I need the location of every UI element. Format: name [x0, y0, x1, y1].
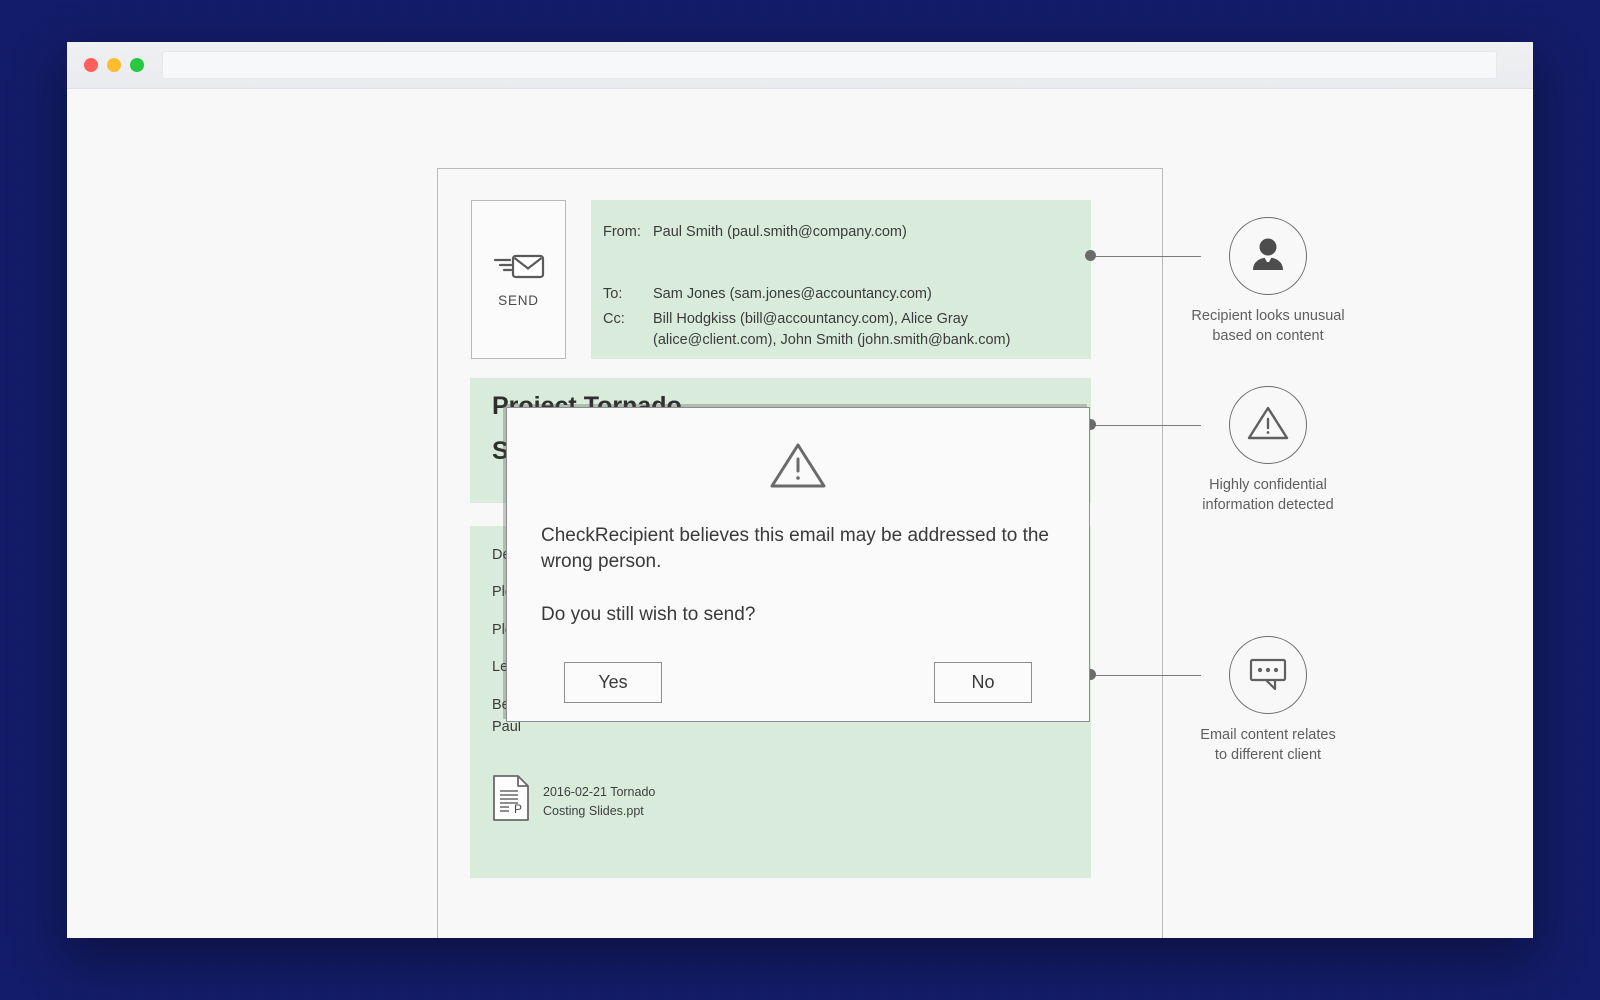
to-label: To: — [603, 286, 623, 303]
person-icon — [1246, 232, 1290, 281]
email-from-row: From: Paul Smith (paul.smith@company.com… — [603, 222, 1075, 243]
annotation-content: Email content relates to different clien… — [1163, 636, 1373, 765]
address-bar-input[interactable] — [162, 51, 1497, 79]
cc-label: Cc: — [603, 311, 625, 328]
annotation-confidential: Highly confidential information detected — [1163, 386, 1373, 515]
send-button[interactable]: SEND — [471, 200, 566, 359]
browser-content: SEND From: Paul Smith (paul.smith@compan… — [67, 89, 1533, 938]
warning-triangle-icon — [767, 438, 829, 498]
powerpoint-file-icon: P — [492, 774, 530, 829]
email-cc-row: Cc: Bill Hodgkiss (bill@accountancy.com)… — [603, 309, 1075, 351]
yes-button[interactable]: Yes — [564, 661, 662, 703]
close-window-button[interactable] — [84, 58, 98, 72]
speech-bubble-icon — [1245, 653, 1291, 698]
send-button-label: SEND — [498, 293, 539, 308]
warning-dialog: CheckRecipient believes this email may b… — [506, 407, 1090, 722]
minimize-window-button[interactable] — [107, 58, 121, 72]
traffic-lights — [81, 58, 144, 72]
envelope-send-icon — [492, 251, 546, 286]
svg-text:P: P — [514, 802, 522, 816]
annotation-confidential-text: Highly confidential information detected — [1202, 477, 1334, 513]
annotation-content-text: Email content relates to different clien… — [1200, 727, 1336, 763]
dialog-question: Do you still wish to send? — [541, 604, 756, 626]
from-label: From: — [603, 224, 641, 240]
annotation-icon-circle — [1229, 386, 1307, 464]
to-value: Sam Jones (sam.jones@accountancy.com) — [653, 286, 932, 303]
cc-value: Bill Hodgkiss (bill@accountancy.com), Al… — [653, 311, 1011, 349]
email-header-panel: From: Paul Smith (paul.smith@company.com… — [591, 200, 1091, 359]
browser-title-bar — [67, 42, 1533, 89]
maximize-window-button[interactable] — [130, 58, 144, 72]
from-value: Paul Smith (paul.smith@company.com) — [653, 224, 907, 240]
email-attachment[interactable]: P 2016-02-21 Tornado Costing Slides.ppt — [492, 774, 1071, 829]
dialog-message: CheckRecipient believes this email may b… — [541, 525, 1049, 573]
browser-window: SEND From: Paul Smith (paul.smith@compan… — [67, 42, 1533, 938]
dialog-buttons: Yes No — [541, 661, 1055, 703]
attachment-filename: 2016-02-21 Tornado Costing Slides.ppt — [543, 785, 656, 818]
dialog-icon-wrap — [541, 438, 1055, 498]
annotation-recipient: Recipient looks unusual based on content — [1163, 217, 1373, 346]
annotation-icon-circle — [1229, 636, 1307, 714]
warning-triangle-icon — [1245, 402, 1291, 449]
annotation-icon-circle — [1229, 217, 1307, 295]
email-to-row: To: Sam Jones (sam.jones@accountancy.com… — [603, 284, 1075, 305]
connector-dot-recipient — [1085, 250, 1096, 261]
no-button[interactable]: No — [934, 661, 1032, 703]
annotation-recipient-text: Recipient looks unusual based on content — [1191, 308, 1345, 344]
